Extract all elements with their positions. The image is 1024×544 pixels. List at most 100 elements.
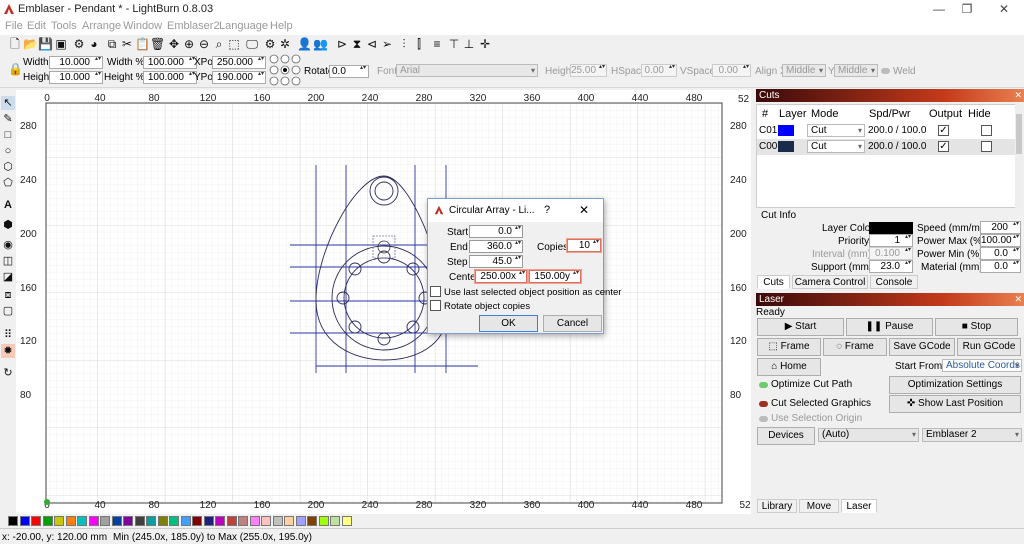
align-vertical-icon[interactable]: ⫶ [397,37,411,51]
palette-swatch[interactable] [192,516,202,526]
speed-input[interactable]: 200 [980,221,1021,234]
height-pct-input[interactable]: 100.000 [143,71,197,84]
show-last-position-button[interactable]: ✜ Show Last Position [889,395,1021,413]
output-checkbox[interactable]: ✓ [938,141,949,152]
font-select[interactable]: Arial [396,64,538,77]
align-y-select[interactable]: Middle [834,64,878,77]
line-tool-icon[interactable]: ⬠ [1,176,15,190]
polygon-tool-icon[interactable]: ⬡ [1,160,15,174]
palette-swatch[interactable] [307,516,317,526]
cut-selected-toggle[interactable] [759,401,768,407]
palette-swatch[interactable] [157,516,168,526]
power-min-input[interactable]: 0.0 [980,247,1021,260]
run-gcode-button[interactable]: Run GCode [957,338,1021,356]
step-input[interactable]: 45.0 [469,255,523,268]
menu-arrange[interactable]: Arrange [82,20,121,32]
offset-tool-icon[interactable]: ◉ [1,238,15,252]
menu-help[interactable]: Help [270,20,293,32]
zoom-fit-icon[interactable]: ⌕ [212,37,226,51]
palette-swatch[interactable] [169,516,179,526]
power-max-input[interactable]: 100.00 [980,234,1021,247]
rotary-icon[interactable]: ↻ [1,366,15,380]
menu-file[interactable]: File [5,20,23,32]
palette-swatch[interactable] [146,516,156,526]
menu-edit[interactable]: Edit [27,20,46,32]
palette-swatch[interactable] [100,516,110,526]
home-button[interactable]: ⌂ Home [757,358,821,376]
optimize-cut-path-toggle[interactable] [759,382,768,388]
tab-laser[interactable]: Laser [841,499,877,513]
delete-icon[interactable]: 🗑 [150,37,165,51]
table-row[interactable]: C01 Cut 200.0 / 100.0 ✓ [757,123,1017,139]
grid-array-icon[interactable]: ⠿ [1,328,15,342]
width-pct-input[interactable]: 100.000 [143,56,197,69]
edit-nodes-icon[interactable]: ✎ [1,112,15,126]
pause-button[interactable]: ❚❚ Pause [846,318,933,336]
palette-swatch[interactable] [77,516,87,526]
center-x-input[interactable]: 250.00x [475,270,527,283]
mode-select[interactable]: Cut [807,140,865,153]
boolean-subtract-icon[interactable]: ◪ [1,270,15,284]
material-input[interactable]: 0.0 [980,260,1021,273]
menu-language[interactable]: Language [219,20,268,32]
palette-swatch[interactable] [65,516,76,526]
design-canvas[interactable]: 0 40 80 120 160 200 240 280 320 360 400 … [16,90,751,514]
hide-checkbox[interactable] [981,141,992,152]
zoom-out-icon[interactable]: ⊖ [197,37,211,51]
device-select[interactable]: Emblaser 2 [922,428,1022,442]
palette-swatch[interactable] [261,516,271,526]
palette-swatch[interactable] [134,516,145,526]
palette-swatch[interactable] [341,516,352,526]
font-height-input[interactable]: 25.00 [570,64,607,77]
user-icon[interactable]: 👤 [297,37,312,51]
palette-swatch[interactable] [88,516,99,526]
tab-library[interactable]: Library [757,499,797,513]
maximize-button[interactable]: ❐ [950,0,984,19]
menu-emblaser2[interactable]: Emblaser2 [167,20,220,32]
layer-color-swatch[interactable] [778,141,794,152]
tab-camera-control[interactable]: Camera Control [792,275,868,289]
use-selection-origin-toggle[interactable] [759,416,768,422]
tab-console[interactable]: Console [870,275,918,289]
hspace-input[interactable]: 0.00 [641,64,677,77]
palette-swatch[interactable] [19,516,30,526]
save-icon[interactable]: 💾 [38,37,53,51]
gear-tool-icon[interactable]: ⚙ [263,37,277,51]
priority-input[interactable]: 1 [869,234,913,247]
optimization-settings-button[interactable]: Optimization Settings [889,376,1021,394]
port-select[interactable]: (Auto) [818,428,919,442]
palette-swatch[interactable] [123,516,133,526]
weld-tool-icon[interactable]: ▢ [1,304,15,318]
save-gcode-button[interactable]: Save GCode [889,338,955,356]
monitor-icon[interactable]: 🖵 [245,37,259,51]
group-icon[interactable]: 👥 [313,37,328,51]
laser-panel-close-icon[interactable]: ✕ [1014,293,1022,306]
palette-swatch[interactable] [8,516,18,526]
align-horizontal-icon[interactable]: ≡ [430,37,444,51]
palette-swatch[interactable] [226,516,237,526]
boolean-union-icon[interactable]: ◫ [1,254,15,268]
lock-icon[interactable]: 🔒 [8,62,23,76]
align-top-icon[interactable]: ⊤ [447,37,461,51]
align-bottom-icon[interactable]: ⊥ [462,37,476,51]
move-icon[interactable]: ✥ [167,37,181,51]
ellipse-tool-icon[interactable]: ○ [1,144,15,158]
close-button[interactable]: ✕ [987,0,1021,19]
palette-swatch[interactable] [31,516,41,526]
frame-circle-button[interactable]: ◌ Frame [823,338,887,356]
dialog-help-button[interactable]: ? [544,204,550,216]
cancel-button[interactable]: Cancel [543,315,602,332]
xpos-input[interactable]: 250.000 [212,56,266,69]
tab-move[interactable]: Move [799,499,839,513]
center-icon[interactable]: ✛ [478,37,492,51]
center-y-input[interactable]: 150.00y [529,270,581,283]
mirror-icon[interactable]: ⊲ [365,37,379,51]
cuts-scrollbar[interactable] [1015,104,1023,208]
hide-checkbox[interactable] [981,125,992,136]
palette-swatch[interactable] [238,516,248,526]
palette-swatch[interactable] [284,516,294,526]
position-tool-icon[interactable]: ⬢ [1,218,15,232]
palette-swatch[interactable] [295,516,306,526]
print-icon[interactable]: ▣ [54,37,68,51]
tab-cuts[interactable]: Cuts [757,275,790,289]
